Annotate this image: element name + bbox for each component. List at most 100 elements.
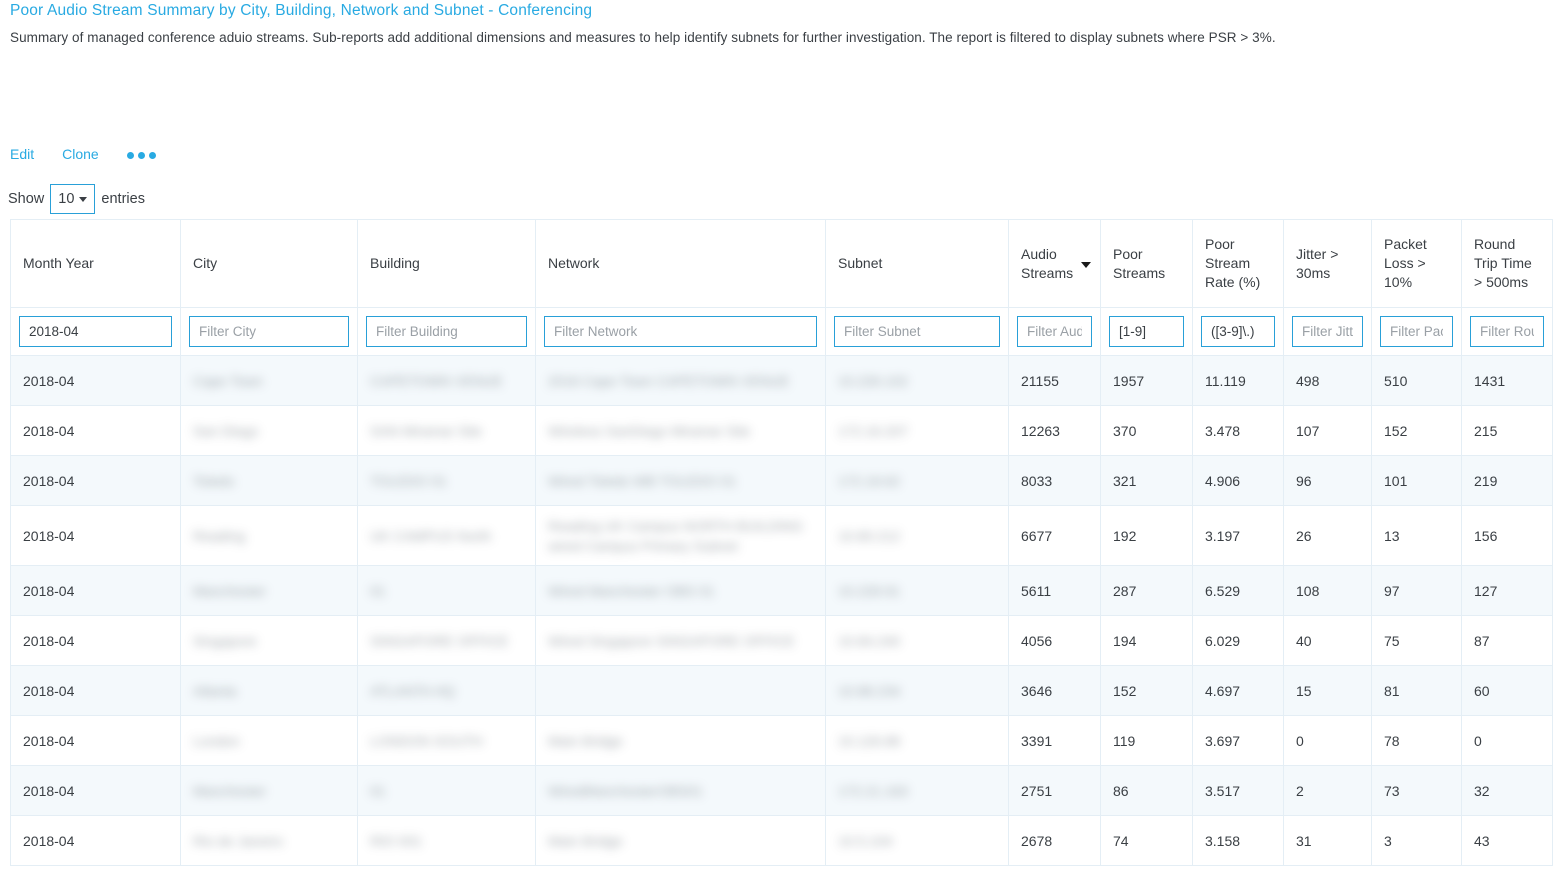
cell-jitter: 107 [1283,405,1372,456]
table-row[interactable]: 2018-04 Reading UK CAMPUS North Reading UK … [10,505,1553,566]
filter-input-poor-streams[interactable] [1109,316,1184,347]
dot-icon [137,151,145,159]
filter-cell [180,307,358,356]
cell-subnet: 172.21.163 [825,765,1009,816]
clone-button[interactable]: Clone [62,145,99,163]
cell-audio-streams: 2678 [1008,815,1101,866]
cell-subnet: 172.18.62 [825,455,1009,506]
cell-subnet: 172.16.207 [825,405,1009,456]
cell-jitter: 0 [1283,715,1372,766]
edit-button[interactable]: Edit [10,145,34,163]
table-row[interactable]: 2018-04 Singapore SINGAPORE OFFICE Wired Si… [10,615,1553,666]
redacted-value: 172.18.62 [838,472,901,489]
cell-city: Manchester [180,565,358,616]
redacted-value: 172.21.163 [838,782,909,799]
filter-input-jitter-30ms[interactable] [1292,316,1363,347]
column-header-building[interactable]: Building [357,219,536,308]
cell-packet-loss: 3 [1371,815,1462,866]
page-title[interactable]: Poor Audio Stream Summary by City, Build… [10,2,592,20]
cell-jitter: 15 [1283,665,1372,716]
filter-row [10,307,1553,356]
filter-cell [1283,307,1372,356]
redacted-value: Singapore [193,632,257,649]
table-row[interactable]: 2018-04 Cape Town CAPETOWN VENUE 2016 Cape … [10,355,1553,406]
filter-input-subnet[interactable] [834,316,1000,347]
cell-building: RIO 001 [357,815,536,866]
cell-building: SAN Miramar Site [357,405,536,456]
table-row[interactable]: 2018-04 Toledo TOLEDO 01 Wired Toledo WB TO… [10,455,1553,506]
report-description: Summary of managed conference aduio stre… [10,30,1276,45]
column-header-label: Jitter > 30ms [1296,245,1339,281]
cell-poor-streams: 74 [1100,815,1193,866]
column-header-poor-streams[interactable]: Poor Streams [1100,219,1193,308]
column-header-round-trip-time-500ms[interactable]: Round Trip Time > 500ms [1461,219,1553,308]
sort-descending-icon [1081,261,1091,268]
cell-city: Rio de Janeiro [180,815,358,866]
filter-input-city[interactable] [189,316,349,347]
filter-input-building[interactable] [366,316,527,347]
table-row[interactable]: 2018-04 Rio de Janeiro RIO 001 Main Bridge 1… [10,815,1553,866]
more-options-icon[interactable] [126,150,156,159]
cell-poor-streams: 321 [1100,455,1193,506]
entries-select[interactable]: 10 [50,184,96,214]
table-row[interactable]: 2018-04 San Diego SAN Miramar Site Wireless… [10,405,1553,456]
cell-packet-loss: 75 [1371,615,1462,666]
cell-round-trip: 156 [1461,505,1553,566]
redacted-value: 10.88.234 [838,682,901,699]
redacted-value: 10.80.212 [838,527,901,544]
column-header-jitter-30ms[interactable]: Jitter > 30ms [1283,219,1372,308]
filter-cell [357,307,536,356]
cell-month-year: 2018-04 [10,815,181,866]
report-page: Poor Audio Stream Summary by City, Build… [0,0,1560,886]
filter-input-round-trip-time-500ms[interactable] [1470,316,1544,347]
filter-cell [535,307,826,356]
cell-poor-stream-rate: 4.697 [1192,665,1284,716]
filter-input-month-year[interactable] [19,316,172,347]
filter-input-audio-streams[interactable] [1017,316,1092,347]
column-header-subnet[interactable]: Subnet [825,219,1009,308]
cell-packet-loss: 73 [1371,765,1462,816]
filter-input-network[interactable] [544,316,817,347]
cell-poor-stream-rate: 6.029 [1192,615,1284,666]
filter-input-packet-loss-10[interactable] [1380,316,1453,347]
column-header-network[interactable]: Network [535,219,826,308]
redacted-value: Wireless SanDiego Miramar Site [548,422,751,439]
chevron-down-icon [79,196,88,202]
cell-city: London [180,715,358,766]
redacted-value: Reading UK Campus NORTH BUILDING wired C… [548,517,803,554]
cell-round-trip: 219 [1461,455,1553,506]
cell-packet-loss: 510 [1371,355,1462,406]
column-header-poor-stream-rate[interactable]: Poor Stream Rate (%) [1192,219,1284,308]
filter-cell [1008,307,1101,356]
table-row[interactable]: 2018-04 Manchester 01 WiredManchesterOBS01 1… [10,765,1553,816]
cell-building: 01 [357,765,536,816]
column-header-audio-streams[interactable]: Audio Streams [1008,219,1101,308]
cell-city: Atlanta [180,665,358,716]
cell-city: San Diego [180,405,358,456]
cell-audio-streams: 2751 [1008,765,1101,816]
column-header-month-year[interactable]: Month Year [10,219,181,308]
filter-cell [825,307,1009,356]
table-row[interactable]: 2018-04 Manchester 01 Wired Manchester OBS … [10,565,1553,616]
redacted-value: 10.226.102 [838,372,909,389]
redacted-value: 10.84.240 [838,632,901,649]
dot-icon [148,151,156,159]
column-header-packet-loss-10[interactable]: Packet Loss > 10% [1371,219,1462,308]
cell-network: 2016 Cape Town CAPETOWN VENUE [535,355,826,406]
cell-network [535,665,826,716]
column-header-city[interactable]: City [180,219,358,308]
filter-cell [10,307,181,356]
table-row[interactable]: 2018-04 London LONDON SOUTH Main Bridge 10.1… [10,715,1553,766]
table-filter-row-body [10,307,1553,356]
cell-jitter: 2 [1283,765,1372,816]
column-header-label: Round Trip Time > 500ms [1474,236,1532,290]
cell-packet-loss: 78 [1371,715,1462,766]
redacted-value: ATLANTA HQ [370,682,456,699]
cell-round-trip: 127 [1461,565,1553,616]
table-row[interactable]: 2018-04 Atlanta ATLANTA HQ 10.88.234 3646 152… [10,665,1553,716]
cell-building: UK CAMPUS North [357,505,536,566]
cell-packet-loss: 97 [1371,565,1462,616]
cell-month-year: 2018-04 [10,565,181,616]
filter-input-poor-stream-rate[interactable] [1201,316,1275,347]
redacted-value: 01 [370,582,386,599]
